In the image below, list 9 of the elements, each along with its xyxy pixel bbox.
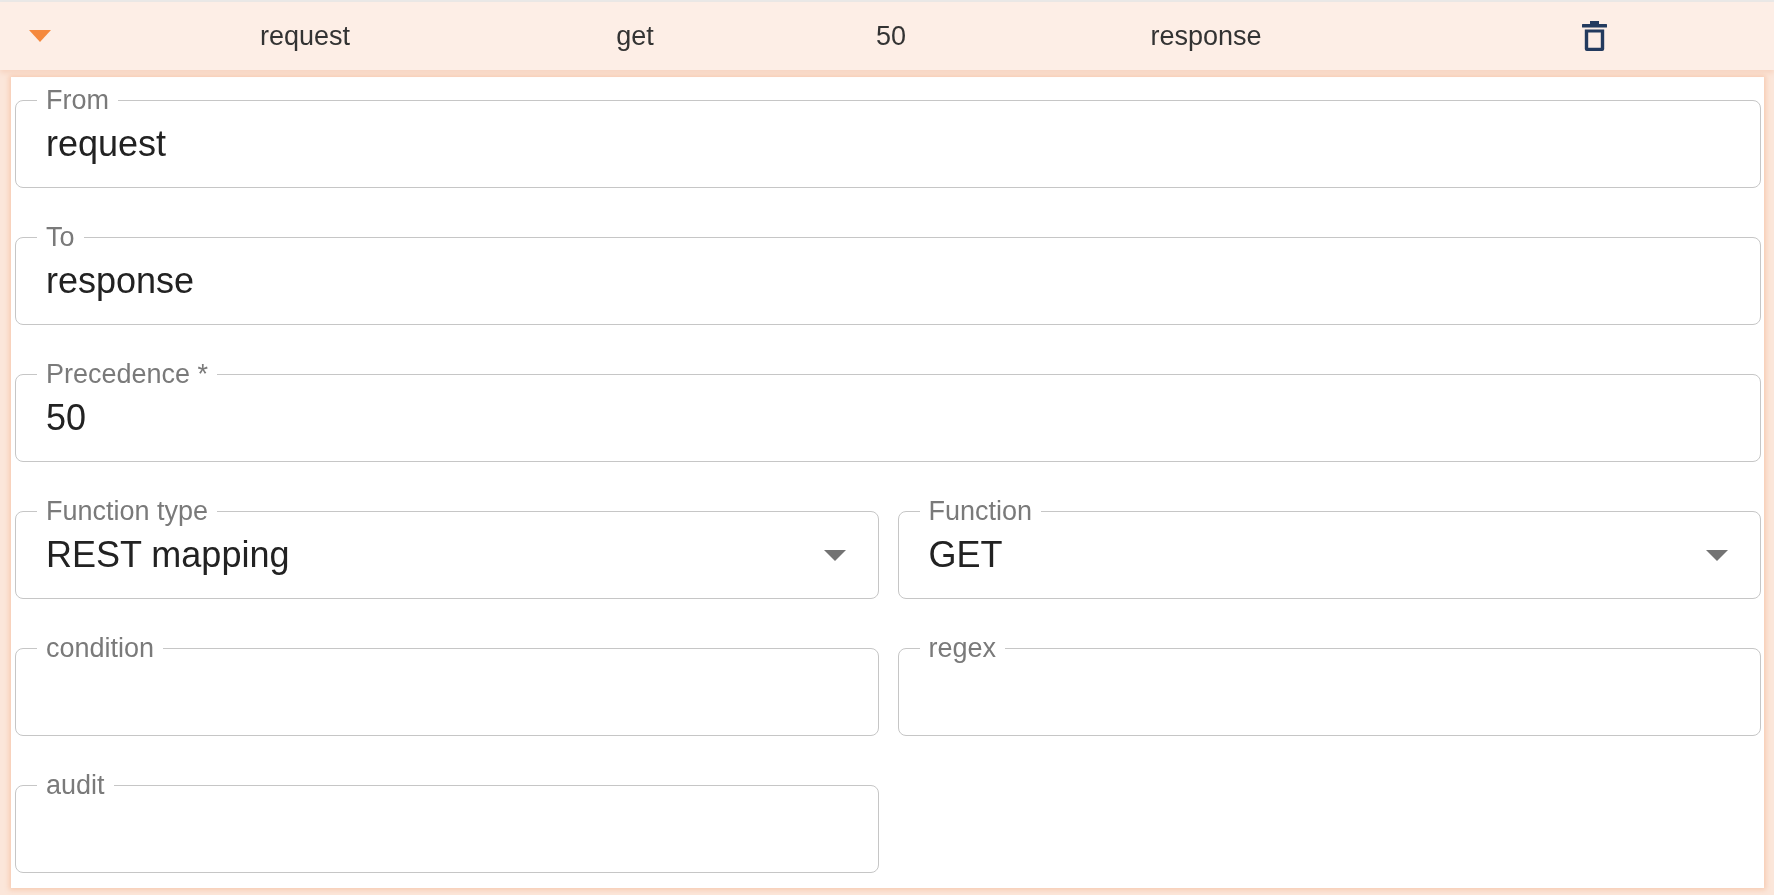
trash-icon[interactable] (1581, 21, 1607, 51)
caret-icon (823, 549, 846, 561)
summary-value: 50 (875, 20, 906, 52)
caret-icon[interactable] (29, 30, 51, 42)
field-label: Function type (37, 498, 218, 524)
caret-icon (1706, 549, 1728, 561)
summary-value: response (1150, 20, 1262, 52)
summary-value: request (259, 20, 351, 52)
summary-value: get (616, 20, 654, 52)
